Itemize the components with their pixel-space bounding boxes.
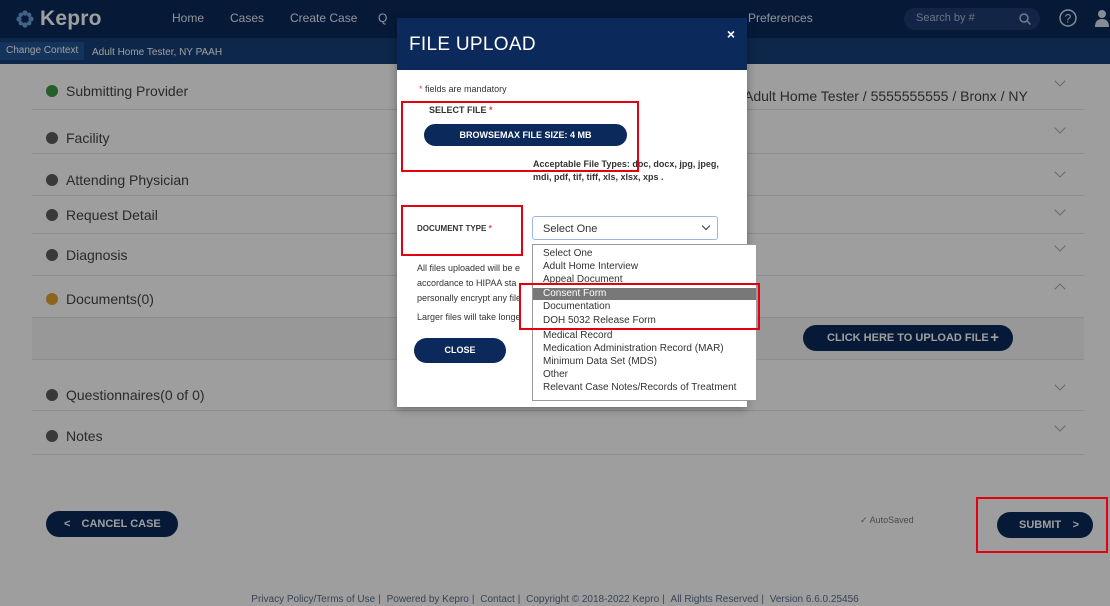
dropdown-option[interactable]: Adult Home Interview [533,261,756,273]
dropdown-option[interactable]: Medical Record [533,330,756,342]
info-line: All files uploaded will be e [417,263,521,273]
dropdown-option[interactable]: Other [533,369,756,381]
asterisk-icon: * [419,84,423,94]
close-button[interactable]: CLOSE [414,338,506,363]
modal-title: FILE UPLOAD [409,34,536,55]
large-files-note: Larger files will take longe [417,312,521,322]
chevron-down-icon [701,221,711,231]
document-type-select[interactable]: Select One [532,216,718,240]
info-line: accordance to HIPAA sta [417,278,517,288]
hipaa-info: All files uploaded will be e accordance … [417,261,529,306]
annotation-select-file [401,101,639,172]
info-line: personally encrypt any file [417,293,522,303]
dropdown-option[interactable]: Relevant Case Notes/Records of Treatment [533,382,756,394]
dropdown-option[interactable]: Select One [533,248,756,260]
mandatory-note: * fields are mandatory [419,84,507,94]
modal-header: FILE UPLOAD × [397,18,747,70]
close-icon[interactable]: × [727,26,735,42]
dropdown-option[interactable]: Minimum Data Set (MDS) [533,356,756,368]
annotation-consent-form [519,283,760,330]
dropdown-option[interactable]: Medication Administration Record (MAR) [533,343,756,355]
mandatory-note-text: fields are mandatory [425,84,507,94]
annotation-submit [976,497,1108,553]
annotation-document-type [401,205,523,256]
document-type-value: Select One [543,223,598,235]
